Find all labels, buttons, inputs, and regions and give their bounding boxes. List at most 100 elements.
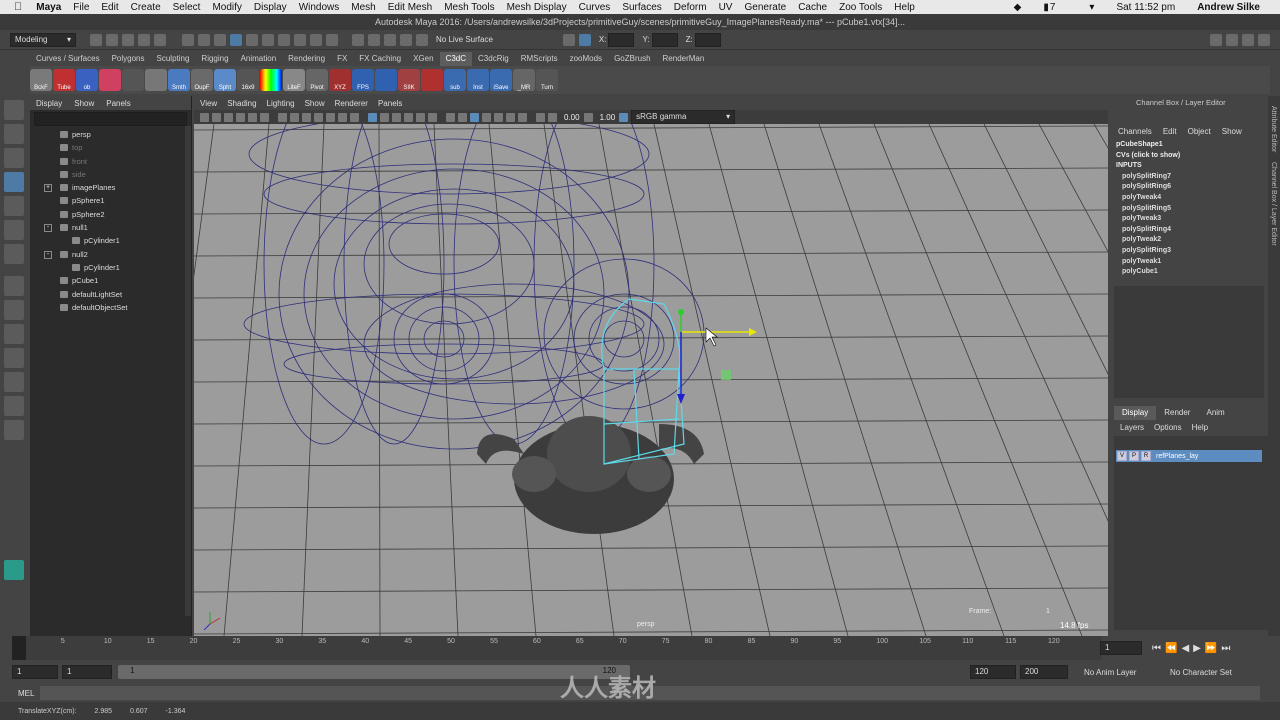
render-icon[interactable] bbox=[352, 33, 364, 46]
time-slider[interactable]: 1510152025303540455055606570758085909510… bbox=[12, 636, 1102, 660]
safe-title-icon[interactable] bbox=[350, 112, 359, 122]
character-set-dropdown[interactable]: No Character Set bbox=[1170, 668, 1232, 677]
x-field[interactable] bbox=[608, 32, 635, 47]
start-time-field[interactable]: 1 bbox=[12, 665, 58, 679]
layout-four-icon[interactable] bbox=[4, 300, 24, 320]
input-node[interactable]: polyTweak1 bbox=[1116, 257, 1280, 268]
z-field[interactable] bbox=[694, 32, 721, 47]
layout-two-icon[interactable] bbox=[4, 324, 24, 344]
shelf-button[interactable]: Inst bbox=[467, 69, 489, 91]
safe-action-icon[interactable] bbox=[338, 112, 347, 122]
gate-mask-icon[interactable] bbox=[314, 112, 323, 122]
shelf-button[interactable]: Pivot bbox=[306, 69, 328, 91]
grid-icon[interactable] bbox=[278, 112, 287, 122]
menu-generate[interactable]: Generate bbox=[744, 2, 786, 13]
input-node[interactable]: polySplitRing3 bbox=[1116, 246, 1280, 257]
live-surface-label[interactable]: No Live Surface bbox=[436, 35, 493, 44]
playback-start-field[interactable]: 1 bbox=[62, 665, 112, 679]
aa-icon[interactable] bbox=[506, 112, 515, 122]
shelf-tab[interactable]: Rigging bbox=[195, 52, 234, 66]
current-frame-field[interactable]: 1 bbox=[1100, 641, 1142, 655]
undo-icon[interactable] bbox=[138, 33, 150, 46]
isolate-select-icon[interactable] bbox=[536, 112, 545, 122]
shelf-button[interactable]: Tube bbox=[53, 69, 75, 91]
bookmark-icon[interactable] bbox=[224, 112, 233, 122]
snap-point-icon[interactable] bbox=[278, 33, 290, 46]
menu-display[interactable]: Display bbox=[254, 2, 287, 13]
layout-custom-icon[interactable] bbox=[4, 420, 24, 440]
tool-settings-icon[interactable] bbox=[1242, 33, 1254, 46]
shelf-button[interactable]: XYZ bbox=[329, 69, 351, 91]
shelf-button[interactable] bbox=[375, 69, 397, 91]
lock-icon[interactable] bbox=[310, 33, 322, 46]
xray-active-icon[interactable] bbox=[458, 112, 467, 122]
shelf-button[interactable]: Turn bbox=[536, 69, 558, 91]
exposure-icon[interactable] bbox=[548, 112, 557, 122]
shelf-button[interactable]: iSave bbox=[490, 69, 512, 91]
outliner-item[interactable]: front bbox=[30, 155, 191, 168]
outliner-item[interactable]: pCylinder1 bbox=[30, 234, 191, 247]
lasso-tool-icon[interactable] bbox=[4, 124, 24, 144]
shelf-tab-active[interactable]: C3dC bbox=[439, 52, 473, 66]
layer-tab-anim[interactable]: Anim bbox=[1198, 406, 1232, 420]
y-axis-tip[interactable] bbox=[678, 309, 684, 315]
step-back-key-icon[interactable]: ⏪ bbox=[1165, 643, 1177, 654]
cb-menu-show[interactable]: Show bbox=[1222, 127, 1242, 136]
user-name[interactable]: Andrew Silke bbox=[1197, 2, 1260, 13]
snap-grid-icon[interactable] bbox=[246, 33, 258, 46]
input-node[interactable]: polySplitRing4 bbox=[1116, 225, 1280, 236]
shelf-button[interactable]: ob bbox=[76, 69, 98, 91]
outliner-menu-display[interactable]: Display bbox=[36, 99, 62, 108]
outliner-item[interactable]: pSphere1 bbox=[30, 194, 191, 207]
shape-node-label[interactable]: pCubeShape1 bbox=[1116, 140, 1280, 151]
battery-icon[interactable]: ▮7 bbox=[1043, 2, 1067, 13]
menu-set-dropdown[interactable]: Modeling ▾ bbox=[10, 32, 76, 47]
menu-curves[interactable]: Curves bbox=[579, 2, 611, 13]
snap-plane-icon[interactable] bbox=[294, 33, 306, 46]
menu-edit-mesh[interactable]: Edit Mesh bbox=[388, 2, 432, 13]
channel-box-tab[interactable]: Channel Box / Layer Editor bbox=[1270, 162, 1277, 246]
expand-icon[interactable]: + bbox=[44, 184, 52, 193]
collapse-icon[interactable]: - bbox=[44, 250, 52, 259]
hypershade-icon[interactable] bbox=[400, 33, 412, 46]
scene-view[interactable] bbox=[194, 124, 1108, 636]
shelf-tab[interactable]: GoZBrush bbox=[608, 52, 656, 66]
input-node[interactable]: polySplitRing5 bbox=[1116, 204, 1280, 215]
make-live-icon[interactable] bbox=[416, 33, 428, 46]
cvs-toggle[interactable]: CVs (click to show) bbox=[1116, 151, 1280, 162]
dof-icon[interactable] bbox=[518, 112, 527, 122]
outliner-item[interactable]: defaultObjectSet bbox=[30, 301, 191, 314]
shelf-button[interactable]: LiteF bbox=[283, 69, 305, 91]
move-tool-icon[interactable] bbox=[4, 172, 24, 192]
menu-create[interactable]: Create bbox=[131, 2, 161, 13]
shelf-tab[interactable]: Sculpting bbox=[151, 52, 196, 66]
select-tool-icon[interactable] bbox=[4, 100, 24, 120]
shelf-tab[interactable]: Rendering bbox=[282, 52, 331, 66]
input-node[interactable]: polyTweak2 bbox=[1116, 235, 1280, 246]
vp-menu-shading[interactable]: Shading bbox=[227, 99, 256, 108]
input-node[interactable]: polyCube1 bbox=[1116, 267, 1280, 278]
vp-menu-show[interactable]: Show bbox=[305, 99, 325, 108]
shelf-button[interactable]: _MR bbox=[513, 69, 535, 91]
menu-edit[interactable]: Edit bbox=[101, 2, 118, 13]
camera-attr-icon[interactable] bbox=[212, 112, 221, 122]
menu-cache[interactable]: Cache bbox=[798, 2, 827, 13]
playback-end-field[interactable]: 120 bbox=[970, 665, 1016, 679]
shelf-button[interactable]: Spht bbox=[214, 69, 236, 91]
rotate-tool-icon[interactable] bbox=[4, 196, 24, 216]
shelf-button[interactable] bbox=[421, 69, 443, 91]
render-settings-icon[interactable] bbox=[384, 33, 396, 46]
layer-row[interactable]: V P R refPlanes_lay bbox=[1116, 450, 1262, 462]
layout-outliner-icon[interactable] bbox=[4, 348, 24, 368]
shelf-tab[interactable]: Curves / Surfaces bbox=[30, 52, 106, 66]
redo-icon[interactable] bbox=[154, 33, 166, 46]
shelf-tab[interactable]: FX Caching bbox=[353, 52, 407, 66]
menu-zoo-tools[interactable]: Zoo Tools bbox=[839, 2, 882, 13]
ipr-render-icon[interactable] bbox=[368, 33, 380, 46]
image-plane-icon[interactable] bbox=[236, 112, 245, 122]
step-forward-frame-icon[interactable]: ⏩ bbox=[1205, 643, 1217, 654]
shelf-button[interactable] bbox=[260, 69, 282, 91]
outliner-item[interactable]: side bbox=[30, 168, 191, 181]
vp-menu-panels[interactable]: Panels bbox=[378, 99, 402, 108]
layer-menu-help[interactable]: Help bbox=[1192, 423, 1208, 432]
